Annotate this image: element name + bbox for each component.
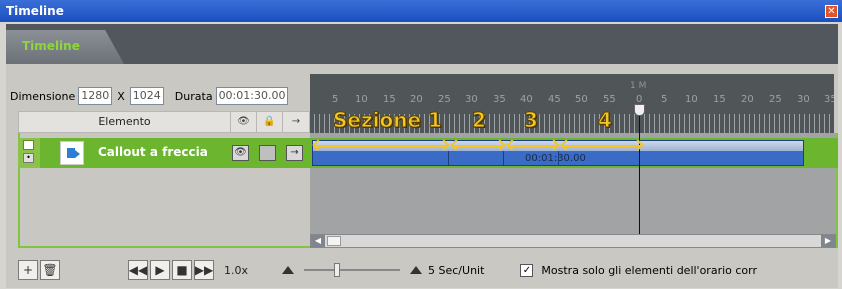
add-icon[interactable]: + bbox=[18, 260, 38, 280]
clip-time: 00:01:30.00 bbox=[525, 153, 586, 164]
ruler-tick: 30 bbox=[465, 94, 478, 105]
tab-timeline[interactable]: Timeline bbox=[6, 30, 124, 64]
ruler-tick: 45 bbox=[548, 94, 561, 105]
column-elemento: Elemento bbox=[19, 112, 231, 132]
clip-divider bbox=[558, 151, 559, 165]
close-icon[interactable]: ✕ bbox=[825, 5, 838, 18]
section-range-3 bbox=[508, 145, 558, 147]
track-lock-icon[interactable] bbox=[259, 145, 276, 161]
dimension-controls: Dimensione 1280 X 1024 Durata 00:01:30.0… bbox=[10, 86, 289, 106]
width-field[interactable]: 1280 bbox=[78, 87, 113, 105]
ruler-tick: 20 bbox=[741, 94, 754, 105]
ruler-tick: 10 bbox=[355, 94, 368, 105]
section-range-4 bbox=[562, 145, 642, 147]
row-visibility-icon[interactable]: • bbox=[23, 153, 34, 163]
section-range-1 bbox=[314, 145, 448, 147]
clip-divider bbox=[503, 151, 504, 165]
ruler-tick: 35 bbox=[493, 94, 506, 105]
play-icon[interactable]: ▶ bbox=[150, 260, 170, 280]
ruler-tick: 55 bbox=[603, 94, 616, 105]
show-current-checkbox[interactable]: ✓ bbox=[520, 263, 534, 277]
zoom-thumb[interactable] bbox=[334, 263, 341, 277]
ruler-tick: 15 bbox=[383, 94, 396, 105]
trash-icon[interactable]: 🗑 bbox=[40, 260, 60, 280]
ruler-minute-label: 1 M bbox=[630, 81, 647, 91]
column-eye-icon: 👁 bbox=[231, 112, 257, 132]
callout-icon bbox=[60, 141, 84, 165]
ruler-tick: 20 bbox=[410, 94, 423, 105]
zoom-unit: 5 Sec/Unit bbox=[428, 263, 485, 277]
playback-speed[interactable]: 1.0x bbox=[224, 264, 248, 277]
zoom-in-icon[interactable] bbox=[410, 266, 423, 274]
track-label[interactable]: Callout a freccia bbox=[98, 145, 208, 159]
track-eye-icon[interactable]: 👁 bbox=[232, 145, 249, 161]
ruler-tick: 25 bbox=[769, 94, 782, 105]
scroll-thumb[interactable] bbox=[327, 236, 341, 246]
track-arrow-icon[interactable]: → bbox=[286, 145, 303, 161]
stop-icon[interactable]: ■ bbox=[172, 260, 192, 280]
section-range-2 bbox=[452, 145, 504, 147]
playhead-line bbox=[639, 104, 640, 234]
dimensione-label: Dimensione bbox=[10, 89, 76, 103]
column-header: Elemento 👁 🔒 → bbox=[18, 111, 310, 133]
section-label-3: 3 bbox=[524, 108, 539, 133]
fast-forward-icon[interactable]: ▶▶ bbox=[194, 260, 214, 280]
horizontal-scrollbar[interactable]: ◀ ▶ bbox=[310, 234, 836, 248]
zoom-out-icon[interactable] bbox=[282, 266, 295, 274]
ruler-tick: 35 bbox=[824, 94, 834, 105]
ruler-tick: 15 bbox=[713, 94, 726, 105]
column-lock-icon: 🔒 bbox=[257, 112, 283, 132]
ruler-tick: 40 bbox=[520, 94, 533, 105]
zoom-slider[interactable] bbox=[304, 263, 401, 277]
playhead-handle[interactable] bbox=[634, 104, 645, 116]
scroll-left-icon[interactable]: ◀ bbox=[311, 235, 325, 247]
section-label-2: 2 bbox=[472, 108, 487, 133]
ruler-tick: 50 bbox=[575, 94, 588, 105]
ruler-tick: 5 bbox=[332, 94, 339, 105]
ruler-tick: 5 bbox=[661, 94, 668, 105]
scroll-right-icon[interactable]: ▶ bbox=[821, 235, 835, 247]
section-label-4: 4 bbox=[598, 108, 613, 133]
ruler-tick: 25 bbox=[438, 94, 451, 105]
x-label: X bbox=[117, 89, 125, 103]
durata-field[interactable]: 00:01:30.00 bbox=[215, 87, 289, 105]
durata-label: Durata bbox=[174, 89, 213, 103]
row-handle[interactable]: • bbox=[18, 138, 40, 168]
rewind-icon[interactable]: ◀◀ bbox=[128, 260, 148, 280]
bottom-toolbar: + 🗑 ◀◀ ▶ ■ ▶▶ 1.0x 5 Sec/Unit ✓ Mostra s… bbox=[18, 258, 838, 282]
row-select-icon[interactable] bbox=[23, 140, 34, 150]
ruler-tick: 30 bbox=[797, 94, 810, 105]
checkbox-label: Mostra solo gli elementi dell'orario cor… bbox=[541, 263, 758, 277]
clip-divider bbox=[448, 151, 449, 165]
ruler-tick: 10 bbox=[685, 94, 698, 105]
height-field[interactable]: 1024 bbox=[129, 87, 164, 105]
window-title: Timeline bbox=[0, 0, 842, 22]
column-arrow-icon: → bbox=[291, 116, 301, 127]
section-label-1: Sezione 1 bbox=[333, 108, 443, 133]
tab-strip: Timeline bbox=[6, 24, 838, 64]
